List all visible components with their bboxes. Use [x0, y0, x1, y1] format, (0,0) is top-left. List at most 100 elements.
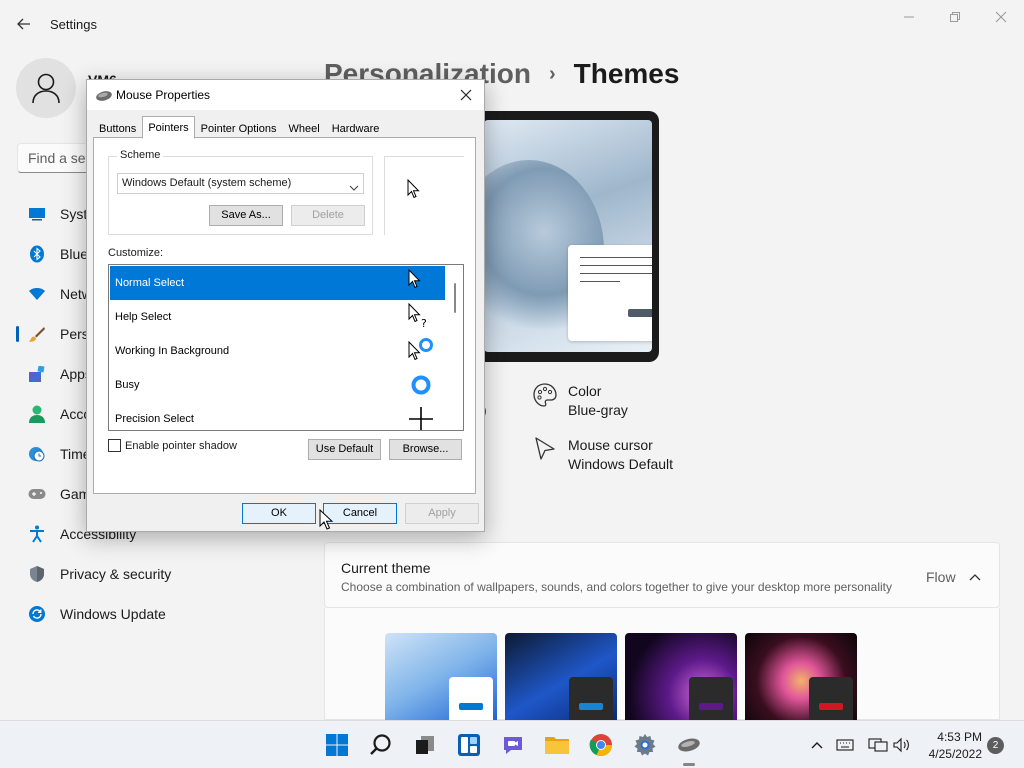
use-default-button[interactable]: Use Default — [308, 439, 381, 460]
taskbar: 4:53 PM 4/25/2022 2 — [0, 720, 1024, 768]
back-arrow-icon[interactable] — [14, 14, 34, 34]
dialog-close-icon[interactable] — [457, 86, 475, 104]
search-icon[interactable] — [368, 732, 394, 758]
dialog-titlebar: Mouse Properties — [87, 80, 484, 110]
sidebar-item-label: Privacy & security — [60, 566, 172, 582]
app-title: Settings — [50, 17, 97, 32]
update-icon — [28, 605, 46, 623]
list-item-label: Help Select — [115, 311, 172, 323]
list-item-label: Working In Background — [115, 345, 230, 357]
scheme-dropdown[interactable]: Windows Default (system scheme) — [117, 173, 364, 194]
customize-label: Customize: — [108, 247, 164, 259]
mouse-properties-dialog: Mouse Properties Buttons Pointers Pointe… — [86, 79, 485, 532]
save-as-button[interactable]: Save As... — [209, 205, 283, 226]
list-item[interactable]: Precision Select — [110, 402, 445, 430]
scheme-label: Scheme — [117, 149, 164, 161]
avatar[interactable] — [16, 58, 76, 118]
color-setting-text: Color Blue-gray — [568, 382, 628, 420]
theme-chip — [569, 677, 613, 720]
chrome-icon[interactable] — [588, 732, 614, 758]
mouse-cursor-title: Mouse cursor — [568, 437, 653, 453]
tab-pointers[interactable]: Pointers — [142, 116, 195, 139]
chevron-up-icon[interactable] — [967, 569, 983, 585]
apps-icon — [28, 365, 46, 383]
network-icon[interactable] — [868, 736, 888, 754]
page-title: Themes — [573, 58, 680, 89]
mouse-cursor-value: Windows Default — [568, 456, 674, 472]
theme-thumbnail-bloom[interactable] — [745, 633, 857, 720]
tab-pointer-options[interactable]: Pointer Options — [195, 118, 283, 139]
restore-icon[interactable] — [932, 6, 978, 28]
cursor-preview — [384, 156, 464, 235]
current-theme-card[interactable]: Current theme Choose a combination of wa… — [324, 542, 1000, 608]
scheme-group: Scheme Windows Default (system scheme) S… — [108, 149, 373, 235]
list-item[interactable]: Normal Select — [110, 266, 445, 300]
clock-time[interactable]: 4:53 PM — [936, 730, 982, 744]
current-theme-title: Current theme — [341, 560, 431, 576]
close-icon[interactable] — [978, 6, 1024, 28]
preview-line — [580, 257, 652, 258]
volume-icon[interactable] — [892, 736, 912, 754]
settings-gear-icon[interactable] — [632, 732, 658, 758]
enable-shadow-checkbox[interactable] — [108, 439, 121, 452]
theme-chip — [809, 677, 853, 720]
pointer-list[interactable]: Normal Select Help Select ? Working In B… — [108, 264, 464, 431]
sidebar-item-windows-update[interactable]: Windows Update — [16, 594, 306, 634]
task-view-icon[interactable] — [412, 732, 438, 758]
theme-chip-accent — [459, 703, 483, 710]
color-setting[interactable]: Color Blue-gray — [532, 382, 628, 420]
chat-icon[interactable] — [500, 732, 526, 758]
cursor-icon — [532, 436, 558, 462]
preview-window — [568, 245, 652, 341]
notification-badge[interactable]: 2 — [987, 737, 1004, 754]
list-item[interactable]: Busy — [110, 368, 445, 402]
widgets-icon[interactable] — [456, 732, 482, 758]
mouse-cursor-setting[interactable]: Mouse cursor Windows Default — [532, 436, 673, 474]
preview-wallpaper — [484, 120, 652, 352]
theme-thumbnail-light[interactable] — [385, 633, 497, 720]
breadcrumb-separator: › — [548, 62, 556, 85]
browse-button[interactable]: Browse... — [389, 439, 462, 460]
clock-date[interactable]: 4/25/2022 — [920, 747, 982, 761]
theme-thumbnail-glow[interactable] — [625, 633, 737, 720]
theme-chip-accent — [819, 703, 843, 710]
apply-button[interactable]: Apply — [405, 503, 479, 524]
theme-preview — [462, 111, 659, 362]
minimize-icon[interactable] — [886, 6, 932, 28]
list-item-label: Precision Select — [115, 413, 194, 425]
tab-buttons[interactable]: Buttons — [93, 118, 142, 139]
file-explorer-icon[interactable] — [544, 732, 570, 758]
tab-hardware[interactable]: Hardware — [326, 118, 386, 139]
chevron-up-icon[interactable] — [810, 736, 824, 754]
person-icon — [32, 73, 60, 104]
scrollbar-thumb[interactable] — [454, 283, 456, 313]
list-item[interactable]: Working In Background — [110, 334, 445, 368]
mouse-properties-taskbar-icon[interactable] — [676, 732, 702, 758]
active-app-indicator — [683, 763, 695, 766]
dialog-tabs: Buttons Pointers Pointer Options Wheel H… — [93, 116, 386, 139]
palette-icon — [532, 382, 558, 408]
accessibility-icon — [28, 525, 46, 543]
ok-button[interactable]: OK — [242, 503, 316, 524]
mouse-icon — [95, 89, 113, 101]
globe-clock-icon — [28, 445, 46, 463]
theme-chip-accent — [579, 703, 603, 710]
bluetooth-icon — [28, 245, 46, 263]
arrow-cursor-icon — [406, 268, 436, 298]
list-item[interactable]: Help Select ? — [110, 300, 445, 334]
current-theme-description: Choose a combination of wallpapers, soun… — [341, 580, 892, 594]
start-icon[interactable] — [324, 732, 350, 758]
theme-thumbnail-dark[interactable] — [505, 633, 617, 720]
tab-wheel[interactable]: Wheel — [283, 118, 326, 139]
list-scrollbar[interactable] — [447, 265, 463, 430]
gamepad-icon — [28, 485, 46, 503]
preview-line — [580, 281, 620, 282]
selection-indicator — [16, 326, 19, 342]
shield-icon — [28, 565, 46, 583]
color-title: Color — [568, 383, 602, 399]
delete-button[interactable]: Delete — [291, 205, 365, 226]
dialog-title: Mouse Properties — [116, 88, 211, 102]
enable-shadow-option[interactable]: Enable pointer shadow — [108, 439, 237, 452]
keyboard-icon[interactable] — [836, 736, 854, 754]
sidebar-item-privacy[interactable]: Privacy & security — [16, 554, 306, 594]
